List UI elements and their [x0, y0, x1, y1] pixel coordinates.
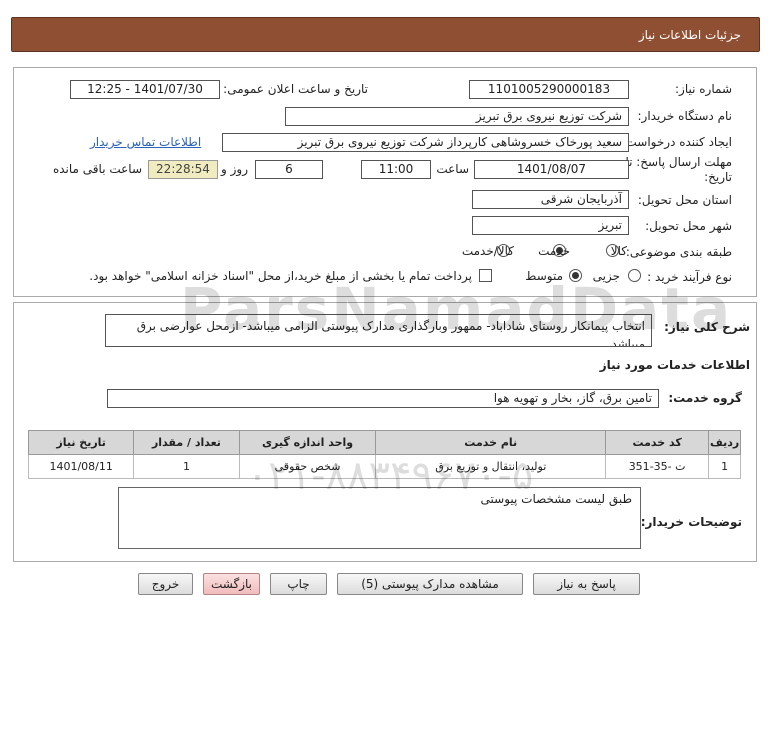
summary-text: انتخاب پیمانکار روستای شاداباد- ممهور وب…: [105, 314, 652, 347]
deadline-label: مهلت ارسال پاسخ: تا: [625, 155, 732, 169]
back-button[interactable]: بازگشت: [203, 573, 260, 595]
col-need-date: تاریخ نیاز: [27, 430, 135, 455]
process-label: نوع فرآیند خرید :: [647, 270, 732, 284]
table-row: 1 ت -35-351 تولید، انتقال و توزیع برق شخ…: [27, 454, 741, 479]
process-radio-medium[interactable]: [569, 269, 582, 282]
announce-datetime-label: تاریخ و ساعت اعلان عمومی:: [223, 82, 368, 96]
col-unit: واحد اندازه گیری: [238, 430, 377, 455]
remaining-days-field: 6: [255, 160, 323, 179]
reply-button[interactable]: پاسخ به نیاز: [533, 573, 640, 595]
print-button[interactable]: چاپ: [270, 573, 327, 595]
details-panel: [13, 67, 757, 297]
remaining-days-label: روز و: [221, 162, 248, 176]
deadline-time-label: ساعت: [436, 162, 469, 176]
deadline-time-field: 11:00: [361, 160, 431, 179]
page-title: جزئیات اطلاعات نیاز: [638, 28, 741, 42]
buyer-org-label: نام دستگاه خریدار:: [637, 109, 733, 123]
table-header-row: ردیف کد خدمت نام خدمت واحد اندازه گیری ت…: [27, 430, 741, 455]
category-option-service: خدمت: [538, 244, 570, 258]
province-field: آذربایجان شرقی: [472, 190, 629, 209]
cell-row: 1: [708, 454, 741, 479]
deadline-date-field: 1401/08/07: [474, 160, 629, 179]
col-quantity: تعداد / مقدار: [133, 430, 240, 455]
remaining-time-label: ساعت باقی مانده: [52, 162, 142, 176]
need-number-field: 1101005290000183: [469, 80, 629, 99]
col-service-name: نام خدمت: [375, 430, 607, 455]
buyer-notes-field: طبق لیست مشخصات پیوستی: [118, 487, 641, 549]
requester-field: سعید پورخاک خسروشاهی کارپرداز شرکت توزیع…: [222, 133, 629, 152]
deadline-label-2: تاریخ:: [704, 170, 732, 184]
treasury-payment-note: پرداخت تمام یا بخشی از مبلغ خرید،از محل …: [89, 269, 472, 283]
cell-service-name: تولید، انتقال و توزیع برق: [375, 454, 607, 479]
services-section-title: اطلاعات خدمات مورد نیاز: [599, 358, 750, 372]
category-label: طبقه بندی موضوعی:: [625, 245, 732, 259]
process-option-medium: متوسط: [525, 269, 563, 283]
col-service-code: کد خدمت: [605, 430, 710, 455]
exit-button[interactable]: خروج: [138, 573, 193, 595]
page-header: جزئیات اطلاعات نیاز: [11, 17, 760, 52]
city-label: شهر محل تحویل:: [645, 219, 732, 233]
remaining-time-field: 22:28:54: [148, 160, 218, 179]
category-option-goods: کالا: [610, 244, 627, 258]
cell-unit: شخص حقوقی: [238, 454, 377, 479]
services-table: ردیف کد خدمت نام خدمت واحد اندازه گیری ت…: [27, 430, 741, 479]
province-label: استان محل تحویل:: [637, 193, 732, 207]
col-row: ردیف: [708, 430, 741, 455]
cell-service-code: ت -35-351: [605, 454, 710, 479]
service-group-field: تامین برق، گاز، بخار و تهویه هوا: [107, 389, 659, 408]
service-group-label: گروه خدمت:: [668, 391, 742, 405]
process-radio-minor[interactable]: [628, 269, 641, 282]
category-option-goods-service: کالا/خدمت: [461, 244, 514, 258]
buyer-contact-link[interactable]: اطلاعات تماس خریدار: [90, 135, 201, 149]
city-field: تبریز: [472, 216, 629, 235]
announce-datetime-field: 1401/07/30 - 12:25: [70, 80, 220, 99]
buyer-notes-label: توضیحات خریدار:: [640, 515, 742, 529]
requester-label: ایجاد کننده درخواست:: [621, 135, 732, 149]
buyer-org-field: شرکت توزیع نیروی برق تبریز: [285, 107, 629, 126]
process-option-minor: جزیی: [592, 269, 620, 283]
view-attachments-button[interactable]: مشاهده مدارک پیوستی (5): [337, 573, 523, 595]
cell-quantity: 1: [133, 454, 240, 479]
treasury-payment-checkbox[interactable]: [479, 269, 492, 282]
summary-label: شرح کلی نیاز:: [664, 320, 750, 334]
cell-need-date: 1401/08/11: [27, 454, 135, 479]
need-number-label: شماره نیاز:: [675, 82, 732, 96]
